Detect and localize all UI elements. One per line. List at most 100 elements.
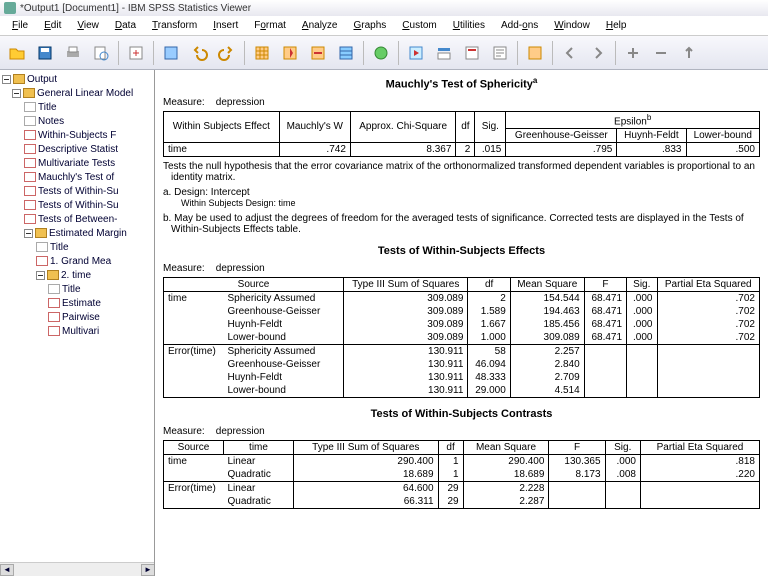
window-title: *Output1 [Document1] - IBM SPSS Statisti… <box>20 3 251 14</box>
variables-button[interactable] <box>333 40 359 66</box>
menu-utilities[interactable]: Utilities <box>445 18 493 33</box>
tree-item[interactable]: Title <box>38 102 57 113</box>
menu-file[interactable]: File <box>4 18 36 33</box>
table-icon <box>48 326 60 336</box>
table-icon <box>24 144 36 154</box>
nav-back-button[interactable] <box>557 40 583 66</box>
designate-window-button[interactable] <box>522 40 548 66</box>
insert-text-button[interactable] <box>487 40 513 66</box>
collapse-icon[interactable] <box>36 271 45 280</box>
collapse-icon[interactable] <box>2 75 11 84</box>
tree-em-time[interactable]: 2. time <box>61 270 91 281</box>
menu-insert[interactable]: Insert <box>205 18 246 33</box>
menu-analyze[interactable]: Analyze <box>294 18 346 33</box>
table-icon <box>24 158 36 168</box>
page-icon <box>48 284 60 294</box>
measure-row: Measure: depression <box>163 426 760 437</box>
tree-item[interactable]: Title <box>62 284 81 295</box>
tree-item[interactable]: Tests of Between- <box>38 214 117 225</box>
output-icon <box>13 74 25 84</box>
tree-item[interactable]: Multivariate Tests <box>38 158 115 169</box>
expand-button[interactable] <box>620 40 646 66</box>
collapse-icon[interactable] <box>12 89 21 98</box>
menu-view[interactable]: View <box>69 18 107 33</box>
menu-format[interactable]: Format <box>246 18 294 33</box>
promote-button[interactable] <box>676 40 702 66</box>
table-icon <box>24 172 36 182</box>
undo-button[interactable] <box>186 40 212 66</box>
folder-icon <box>35 228 47 238</box>
recall-dialog-button[interactable] <box>158 40 184 66</box>
measure-row: Measure: depression <box>163 97 760 108</box>
tree-root[interactable]: Output <box>27 74 57 85</box>
collapse-icon[interactable] <box>24 229 33 238</box>
tree-glm[interactable]: General Linear Model <box>37 88 133 99</box>
run-button[interactable] <box>403 40 429 66</box>
wse-title: Tests of Within-Subjects Effects <box>163 245 760 257</box>
goto-data-button[interactable] <box>249 40 275 66</box>
table-icon <box>48 312 60 322</box>
table-icon <box>24 130 36 140</box>
menu-custom[interactable]: Custom <box>394 18 444 33</box>
table-icon <box>24 200 36 210</box>
mauchly-table: Within Subjects Effect Mauchly's W Appro… <box>163 111 760 157</box>
scroll-left-icon[interactable]: ◄ <box>0 564 14 576</box>
tree-item[interactable]: Tests of Within-Su <box>38 186 119 197</box>
window-titlebar: *Output1 [Document1] - IBM SPSS Statisti… <box>0 0 768 16</box>
tree-scrollbar[interactable]: ◄ ► <box>0 562 155 576</box>
menu-addons[interactable]: Add-ons <box>493 18 546 33</box>
menu-window[interactable]: Window <box>546 18 598 33</box>
folder-icon <box>47 270 59 280</box>
outline-tree[interactable]: Output General Linear Model Title Notes … <box>0 70 155 576</box>
open-button[interactable] <box>4 40 30 66</box>
footnote-a: a. Design: InterceptWithin Subjects Desi… <box>163 187 760 209</box>
insert-title-button[interactable] <box>459 40 485 66</box>
menu-transform[interactable]: Transform <box>144 18 205 33</box>
footnote-b: b. May be used to adjust the degrees of … <box>163 213 760 235</box>
table-icon <box>24 186 36 196</box>
tree-item[interactable]: Notes <box>38 116 64 127</box>
select-last-button[interactable] <box>368 40 394 66</box>
page-icon <box>24 102 36 112</box>
tree-item[interactable]: Within-Subjects F <box>38 130 116 141</box>
print-preview-button[interactable] <box>88 40 114 66</box>
tree-item[interactable]: Estimate <box>62 298 101 309</box>
mauchly-title: Mauchly's Test of Sphericitya <box>163 76 760 91</box>
goto-case-button[interactable] <box>277 40 303 66</box>
table-icon <box>36 256 48 266</box>
toolbar <box>0 36 768 70</box>
tree-item[interactable]: Title <box>50 242 69 253</box>
output-viewer[interactable]: Mauchly's Test of Sphericitya Measure: d… <box>155 70 768 576</box>
table-icon <box>48 298 60 308</box>
wse-table: Source Type III Sum of Squares df Mean S… <box>163 277 760 398</box>
menu-data[interactable]: Data <box>107 18 144 33</box>
tree-em[interactable]: Estimated Margin <box>49 228 127 239</box>
collapse-button[interactable] <box>648 40 674 66</box>
measure-row: Measure: depression <box>163 263 760 274</box>
insert-heading-button[interactable] <box>431 40 457 66</box>
tree-item[interactable]: Mauchly's Test of <box>38 172 114 183</box>
export-button[interactable] <box>123 40 149 66</box>
redo-button[interactable] <box>214 40 240 66</box>
goto-variable-button[interactable] <box>305 40 331 66</box>
folder-icon <box>23 88 35 98</box>
wsc-title: Tests of Within-Subjects Contrasts <box>163 408 760 420</box>
tree-item[interactable]: Descriptive Statist <box>38 144 118 155</box>
print-button[interactable] <box>60 40 86 66</box>
menu-graphs[interactable]: Graphs <box>345 18 394 33</box>
tree-item[interactable]: Tests of Within-Su <box>38 200 119 211</box>
menu-bar: File Edit View Data Transform Insert For… <box>0 16 768 36</box>
scroll-right-icon[interactable]: ► <box>141 564 155 576</box>
nav-forward-button[interactable] <box>585 40 611 66</box>
page-icon <box>36 242 48 252</box>
menu-help[interactable]: Help <box>598 18 635 33</box>
menu-edit[interactable]: Edit <box>36 18 69 33</box>
tree-item[interactable]: Multivari <box>62 326 99 337</box>
mauchly-note: Tests the null hypothesis that the error… <box>163 161 760 183</box>
app-icon <box>4 2 16 14</box>
wsc-table: Source time Type III Sum of Squares df M… <box>163 440 760 509</box>
save-button[interactable] <box>32 40 58 66</box>
tree-item[interactable]: Pairwise <box>62 312 100 323</box>
tree-item[interactable]: 1. Grand Mea <box>50 256 111 267</box>
page-icon <box>24 116 36 126</box>
